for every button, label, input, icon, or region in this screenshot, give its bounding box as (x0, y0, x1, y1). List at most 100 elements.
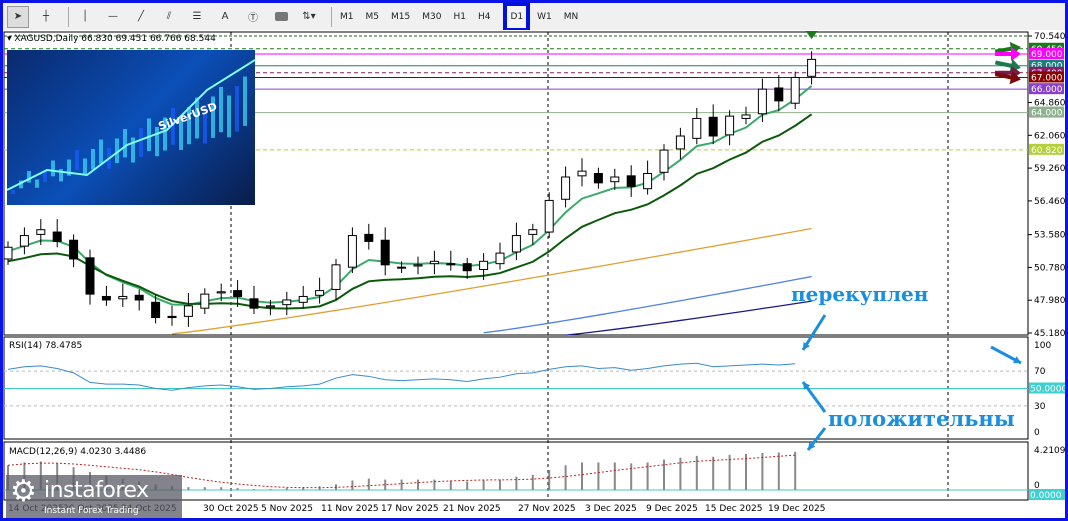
bearish-candle (462, 263, 472, 272)
date-tick-label: 19 Dec 2025 (768, 504, 826, 514)
thumbnail-graphic (7, 59, 255, 194)
price-tick-label: 56.460 (1034, 197, 1065, 207)
bullish-candle (413, 264, 423, 267)
timeframe-m15[interactable]: M15 (388, 6, 413, 28)
date-tick-label: 15 Dec 2025 (705, 504, 763, 514)
price-tick-label: 59.260 (1034, 164, 1065, 174)
rsi-tick-label: 70 (1034, 367, 1046, 377)
bullish-candle (183, 305, 193, 317)
overbought-annotation: перекуплен (791, 282, 929, 306)
bullish-candle (577, 170, 587, 177)
bullish-candle (511, 235, 521, 253)
bullish-candle (216, 291, 226, 294)
bullish-candle (741, 114, 751, 119)
bullish-candle (429, 260, 439, 265)
date-tick-label: 11 Nov 2025 (321, 504, 379, 514)
rsi-label: RSI(14) 78.4785 (9, 341, 83, 351)
bullish-candle (315, 290, 325, 296)
bullish-candle (675, 135, 685, 150)
price-tick-label: 70.540 (1034, 32, 1065, 42)
bullish-candle (265, 305, 275, 308)
bullish-candle (807, 58, 817, 77)
price-level-label: 67.000 (1031, 73, 1063, 83)
positive-annotation: положительны (828, 406, 1015, 431)
bearish-candle (69, 239, 79, 260)
bullish-candle (479, 260, 489, 271)
rsi-tick-label: 100 (1034, 341, 1051, 351)
bullish-candle (528, 229, 538, 235)
bullish-candle (118, 295, 128, 300)
bullish-candle (3, 246, 13, 260)
bullish-candle (19, 235, 29, 247)
thumbnail-bar (75, 150, 79, 170)
thumbnail-bar (35, 179, 39, 188)
bearish-candle (52, 231, 62, 242)
rsi-tick-label: 30 (1034, 402, 1046, 412)
bullish-candle (610, 176, 620, 183)
timeframe-h1[interactable]: H1 (450, 6, 469, 28)
thumbnail-trend (7, 59, 255, 191)
rsi-tick-label: 0 (1034, 428, 1040, 438)
price-tick-label: 45.180 (1034, 329, 1065, 339)
fibo-levels-icon[interactable]: ☰ (186, 6, 208, 28)
bullish-candle (757, 88, 767, 115)
bullish-candle (331, 264, 341, 290)
rectangle-icon[interactable] (270, 6, 292, 28)
separator (331, 6, 332, 27)
bearish-candle (626, 175, 636, 187)
date-tick-label: 21 Nov 2025 (443, 504, 501, 514)
bearish-candle (708, 116, 718, 137)
separator (68, 6, 69, 27)
crosshair-icon[interactable]: ┼ (35, 6, 57, 28)
date-tick-label: 30 Oct 2025 (203, 504, 259, 514)
text-label-icon[interactable]: Ⓣ (242, 6, 264, 28)
bearish-candle (167, 315, 177, 319)
thumbnail-bar (147, 118, 151, 152)
thumbnail-bar (155, 127, 159, 157)
thumbnail-bar (91, 149, 95, 170)
trendline-icon[interactable]: ╱ (130, 6, 152, 28)
timeframe-m30[interactable]: M30 (419, 6, 444, 28)
timeframe-w1[interactable]: W1 (534, 6, 555, 28)
date-tick-label: 17 Nov 2025 (381, 504, 439, 514)
rsi-50-label: 50.0000 (1030, 385, 1065, 395)
timeframe-h4[interactable]: H4 (475, 6, 494, 28)
symbol-ohlc: XAGUSD,Daily 66.830 69.451 66.766 68.544 (14, 34, 216, 44)
thumbnail-bar (235, 86, 239, 132)
timeframe-m5[interactable]: M5 (363, 6, 383, 28)
bearish-candle (380, 239, 390, 266)
price-tick-label: 53.580 (1034, 231, 1065, 241)
bullish-candle (561, 176, 571, 200)
bullish-candle (643, 172, 653, 190)
logo-tagline: Instant Forex Trading (44, 506, 139, 516)
bullish-candle (298, 295, 308, 303)
bearish-candle (364, 233, 374, 242)
cursor-icon[interactable]: ➤ (7, 5, 29, 28)
chart-window[interactable]: 70.540 64.860 62.060 59.260 56.460 53.580 50.7… (3, 30, 1067, 518)
thumbnail-bar (51, 160, 55, 177)
date-tick-label: 3 Dec 2025 (585, 504, 637, 514)
price-level-label: 66.000 (1031, 85, 1063, 95)
fibonacci-icon[interactable]: ⫽ (158, 6, 180, 28)
timeframe-m1[interactable]: M1 (337, 6, 357, 28)
bullish-candle (544, 199, 554, 233)
price-level-label: 69.000 (1031, 50, 1063, 60)
signal-arrow-icon (805, 31, 818, 39)
timeframe-mn[interactable]: MN (561, 6, 582, 28)
bearish-candle (151, 301, 161, 319)
date-tick-label: 9 Dec 2025 (646, 504, 698, 514)
text-icon[interactable]: A (214, 6, 236, 28)
horizontal-line-icon[interactable]: — (102, 6, 124, 28)
vertical-line-icon[interactable]: │ (74, 6, 96, 28)
bullish-candle (659, 149, 669, 173)
timeframe-d1[interactable]: D1 (503, 1, 531, 32)
price-tick-label: 47.980 (1034, 296, 1065, 306)
macd-zero-label: 0.0000 (1030, 491, 1062, 501)
chart-header: ▾ XAGUSD,Daily 66.830 69.451 66.766 68.5… (7, 34, 216, 44)
macd-label: MACD(12,26,9) 4.0230 3.4486 (9, 447, 147, 457)
rsi-line (7, 362, 796, 391)
arrows-icon[interactable]: ⇅▾ (298, 6, 320, 28)
thumbnail-bar (123, 129, 127, 158)
price-level-label: 60.820 (1031, 146, 1063, 156)
bullish-candle (692, 117, 702, 139)
